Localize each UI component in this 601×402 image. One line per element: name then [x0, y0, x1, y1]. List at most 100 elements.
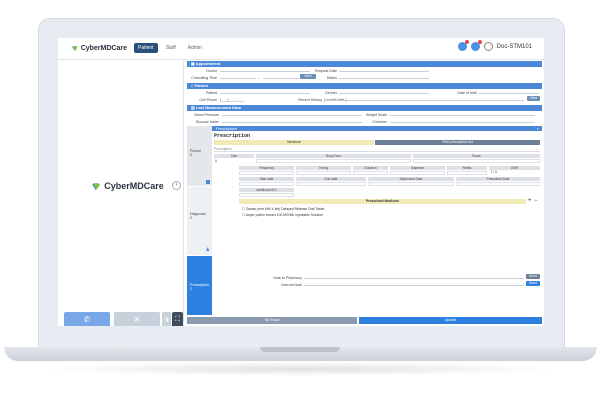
notification-icon[interactable]: [457, 40, 469, 51]
nav-patient[interactable]: Patient: [134, 43, 158, 53]
status-field[interactable]: [339, 75, 429, 79]
side-tab-prescription-label: Prescription: [190, 283, 209, 287]
gender-field[interactable]: [339, 90, 429, 94]
close-icon[interactable]: ×: [537, 126, 539, 131]
avatar-icon[interactable]: [483, 42, 493, 51]
appointment-header[interactable]: ▦ Appointment: [187, 61, 542, 67]
appointment-title: Appointment: [195, 61, 221, 66]
end-date-header: End date: [296, 177, 366, 181]
brand-logo[interactable]: ♥♥ CyberMDCare: [72, 43, 127, 53]
dob-label: Date of birth: [457, 91, 477, 95]
end-date-input[interactable]: [296, 182, 366, 186]
heart-logo-icon: ♥♥: [72, 43, 78, 53]
internal-note-send-button[interactable]: Send: [526, 281, 540, 286]
cell-phone-value[interactable]: (___)___-____: [220, 98, 260, 102]
prescribed-date-input[interactable]: [456, 182, 540, 186]
laptop-shadow: [40, 362, 561, 376]
top-bar: ♥♥ CyberMDCare Patient Staff Admin Doc-S…: [58, 38, 544, 60]
route-select[interactable]: [413, 159, 540, 163]
tab-medicine[interactable]: Medicine: [214, 140, 374, 145]
duration-header: Duration: [353, 166, 388, 170]
patient-header[interactable]: ◐ Patient: [187, 83, 542, 89]
image-icon: [206, 180, 210, 184]
layout-toggle-button[interactable]: ◨: [162, 312, 171, 326]
dispensed-date-header: Dispensed Date: [368, 177, 454, 181]
search-icon: ⌕: [536, 147, 538, 151]
nav-admin[interactable]: Admin: [184, 43, 206, 53]
side-tab-prescription[interactable]: Prescription 2: [187, 256, 212, 315]
start-date-header: Start date: [239, 177, 294, 181]
additional-sig-input[interactable]: [239, 193, 294, 197]
center-brand-name: CyberMDCare: [104, 181, 164, 191]
side-tab-picture[interactable]: Picture 0: [187, 126, 212, 186]
consulting-time-start[interactable]: [220, 75, 256, 79]
dnr-checkbox[interactable]: ☐ 0: [491, 170, 497, 174]
weight-field: [390, 112, 535, 116]
prescription-search-placeholder: Prescription: [214, 147, 232, 151]
tab-print-list[interactable]: Print prescription list: [375, 140, 540, 145]
prescription-search-input[interactable]: Prescription ⌕: [214, 147, 540, 152]
phone-button[interactable]: ✆: [64, 312, 110, 326]
bp-field: [222, 112, 362, 116]
dob-field[interactable]: [479, 90, 539, 94]
internal-note-input[interactable]: [304, 282, 524, 286]
camera-off-button[interactable]: ✕: [114, 312, 160, 326]
measurement-title: Last Measurement Data: [195, 105, 241, 110]
add-icon[interactable]: +: [528, 198, 532, 204]
nav-staff[interactable]: Staff: [162, 43, 180, 53]
note-pharmacy-send-button[interactable]: Send: [526, 274, 540, 279]
brand-name: CyberMDCare: [80, 44, 127, 52]
recent-history-field[interactable]: [324, 97, 524, 101]
drug-form-select[interactable]: [256, 159, 411, 163]
message-icon[interactable]: [470, 40, 482, 51]
prescription-title: Prescription: [214, 133, 251, 139]
chevron-right-icon[interactable]: ›: [172, 181, 181, 190]
med-row[interactable]: ☐ Asper potlex extract 100 MG/ML Injecta…: [242, 213, 323, 217]
side-tab-prescription-count: 2: [190, 287, 192, 291]
prescribed-date-header: Prescribed Date: [456, 177, 540, 181]
timing-header: Timing: [296, 166, 351, 170]
layout-icon: ◨: [164, 317, 169, 323]
prescription-bar[interactable]: Prescription ×: [212, 126, 542, 131]
measurement-header[interactable]: ▥ Last Measurement Data: [187, 105, 542, 111]
remove-icon[interactable]: −: [534, 198, 538, 204]
drug-form-header: Drug Form: [256, 154, 411, 158]
frequency-header: Frequency: [239, 166, 294, 170]
camera-off-icon: ✕: [133, 315, 141, 324]
no-show-button[interactable]: No Show: [187, 317, 357, 324]
patient-view-button[interactable]: View: [527, 96, 540, 101]
quantity-input[interactable]: 0: [215, 159, 217, 163]
side-tab-diagnosis[interactable]: Diagnosis 2 ♟: [187, 187, 212, 255]
center-logo: ♥♥ CyberMDCare: [92, 179, 164, 193]
frequency-select[interactable]: [239, 171, 294, 175]
laptop-notch: [260, 347, 340, 352]
bp-label: Blood Pressure: [194, 113, 219, 117]
heart-logo-icon: ♥♥: [92, 179, 101, 193]
user-name[interactable]: Doc-STM101: [497, 44, 532, 50]
consulting-time-label: Consulting Time: [191, 76, 217, 80]
start-date-input[interactable]: [239, 182, 294, 186]
size-header: Size: [214, 154, 254, 158]
oximeter-label: Oximeter: [372, 120, 387, 124]
dispensed-date-input[interactable]: [368, 182, 454, 186]
refills-input[interactable]: [447, 171, 487, 175]
side-tab-diagnosis-count: 2: [190, 216, 192, 220]
med-row[interactable]: ☐ Zantac (ehe Mfv X-lim) Delayed Release…: [242, 207, 324, 211]
screen: ♥♥ CyberMDCare Patient Staff Admin Doc-S…: [58, 38, 544, 326]
request-date-field[interactable]: [339, 68, 429, 72]
consulting-time-end[interactable]: [263, 75, 299, 79]
dispense-input[interactable]: [390, 171, 445, 175]
patient-label: Patient: [205, 91, 217, 95]
left-pane: ♥♥ CyberMDCare › ✆ ✕ ◨ ⛶: [58, 60, 184, 326]
timing-select[interactable]: [296, 171, 351, 175]
prescribed-medicine-header: Prescribed Medicine: [239, 199, 526, 204]
side-tab-picture-count: 0: [190, 153, 192, 157]
internal-note-label: Internal Note: [281, 283, 302, 287]
fullscreen-button[interactable]: ⛶: [172, 312, 183, 326]
update-button[interactable]: Update: [359, 317, 542, 324]
duration-input[interactable]: [353, 171, 388, 175]
note-pharmacy-input[interactable]: [304, 275, 524, 279]
user-icon: ♟: [205, 247, 210, 253]
route-header: Route: [413, 154, 540, 158]
phone-icon: ✆: [83, 315, 91, 324]
